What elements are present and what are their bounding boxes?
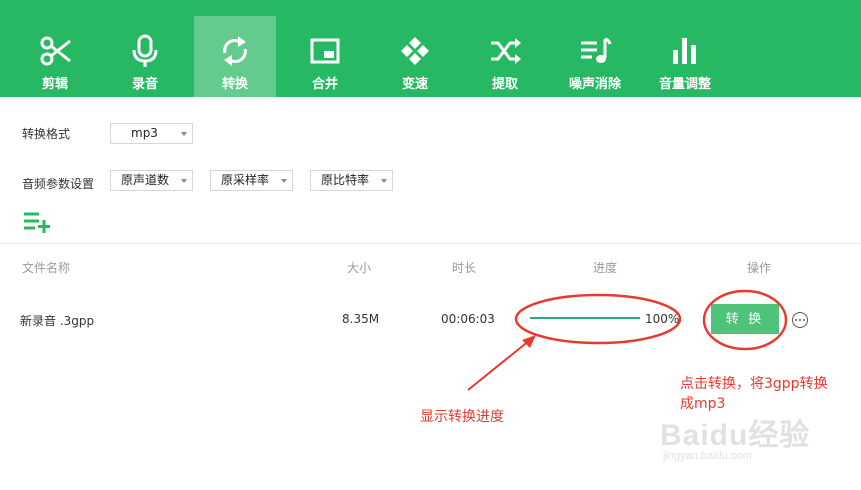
tab-noise-removal-label: 噪声消除 — [568, 77, 621, 92]
more-options-icon[interactable] — [792, 312, 808, 328]
tab-volume-label: 音量调整 — [658, 77, 711, 92]
chevron-down-icon — [181, 132, 187, 136]
header-file-name: 文件名称 — [22, 261, 71, 275]
channel-select-value: 原声道数 — [121, 173, 170, 187]
tab-record[interactable]: 录音 — [104, 16, 186, 97]
format-select-value: mp3 — [131, 126, 158, 140]
watermark-url: jingyan.baidu.com — [663, 450, 752, 462]
tab-merge[interactable]: 合并 — [284, 16, 366, 97]
row-progress-text: 100% — [645, 312, 680, 326]
shuffle-icon — [491, 38, 521, 64]
microphone-icon — [132, 34, 158, 67]
progress-annotation: 显示转换进度 — [420, 409, 504, 425]
add-list-icon[interactable] — [23, 210, 51, 234]
tab-extract-label: 提取 — [491, 77, 518, 92]
baidu-watermark: Baidu经验 jingyan.baidu.com — [660, 410, 830, 474]
row-duration: 00:06:03 — [441, 312, 495, 326]
convert-button[interactable]: 转 换 — [711, 304, 779, 334]
channel-select[interactable]: 原声道数 — [110, 170, 193, 191]
merge-icon — [310, 38, 340, 64]
chevron-down-icon — [181, 179, 187, 183]
chevron-down-icon — [381, 179, 387, 183]
annotation-arrow-head — [522, 335, 536, 348]
tab-noise-removal[interactable]: 噪声消除 — [554, 16, 636, 97]
tab-speed[interactable]: 变速 — [374, 16, 456, 97]
sample-rate-select[interactable]: 原采样率 — [210, 170, 293, 191]
row-size: 8.35M — [342, 312, 380, 326]
header-action: 操作 — [747, 261, 772, 275]
format-label: 转换格式 — [22, 127, 71, 141]
progress-bar — [530, 317, 640, 319]
header-duration: 时长 — [452, 261, 477, 275]
tab-convert-label: 转换 — [221, 77, 248, 92]
sample-rate-select-value: 原采样率 — [221, 173, 270, 187]
tab-convert[interactable]: 转换 — [194, 16, 276, 97]
tab-record-label: 录音 — [131, 77, 158, 92]
tab-extract[interactable]: 提取 — [464, 16, 546, 97]
tab-speed-label: 变速 — [401, 77, 428, 92]
tab-cut-label: 剪辑 — [41, 77, 68, 92]
header-progress: 进度 — [593, 261, 618, 275]
annotation-arrow-line — [467, 339, 531, 391]
bitrate-select[interactable]: 原比特率 — [310, 170, 393, 191]
noise-removal-icon — [581, 37, 612, 63]
tab-cut[interactable]: 剪辑 — [14, 16, 96, 97]
watermark-logo: Baidu经验 — [660, 419, 811, 452]
tab-volume[interactable]: 音量调整 — [644, 16, 726, 97]
speed-icon — [401, 37, 429, 65]
tab-merge-label: 合并 — [311, 77, 338, 92]
convert-annotation-line1: 点击转换，将3gpp转换 — [680, 376, 828, 392]
chevron-down-icon — [281, 179, 287, 183]
scissors-icon — [40, 36, 71, 66]
format-select[interactable]: mp3 — [110, 123, 193, 144]
section-divider — [0, 243, 861, 244]
header-size: 大小 — [347, 261, 372, 275]
row-file-name: 新录音 .3gpp — [20, 314, 95, 328]
bitrate-select-value: 原比特率 — [321, 173, 370, 187]
convert-cycle-icon — [223, 36, 247, 66]
volume-bars-icon — [673, 38, 696, 64]
audio-params-label: 音频参数设置 — [22, 177, 95, 191]
main-toolbar: 剪辑 录音 转换 合并 变速 提取 噪声消除 音量调整 — [0, 0, 861, 97]
